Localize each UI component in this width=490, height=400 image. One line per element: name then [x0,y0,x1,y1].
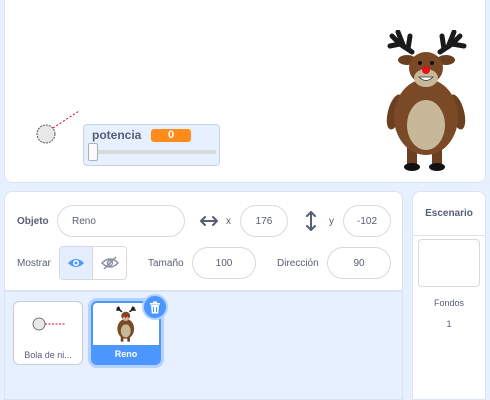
y-position-value: -102 [356,215,377,227]
hide-sprite-button[interactable] [93,247,126,279]
variable-slider-thumb[interactable] [88,143,98,161]
y-position-input[interactable]: -102 [343,205,391,237]
y-label: y [329,216,334,227]
snowball-thumbnail [32,317,66,331]
variable-name: potencia [92,128,142,142]
sprite-tile-label: Reno [93,345,159,363]
x-position-input[interactable]: 176 [240,205,288,237]
variable-slider-track[interactable] [91,150,216,154]
size-value: 100 [215,257,233,269]
sprite-name-input[interactable]: Reno [57,205,185,237]
stage-thumbnail[interactable] [418,239,480,287]
size-input[interactable]: 100 [192,247,256,279]
sprite-tile-snowball[interactable]: Bola de ni... [13,301,83,365]
backdrops-label: Fondos [433,298,465,308]
sprite-name-value: Reno [72,215,96,227]
visibility-toggle-group [59,246,127,280]
stage-selector-title: Escenario [413,192,485,236]
sprite-name-label: Objeto [17,216,49,227]
sprite-tile-label: Bola de ni... [24,350,72,360]
reindeer-thumbnail [116,306,136,342]
backdrops-count: 1 [446,319,452,329]
direction-label: Dirección [277,258,319,269]
stage-selector-panel[interactable]: Escenario Fondos 1 [412,191,486,400]
show-label: Mostrar [17,258,51,269]
reindeer-sprite[interactable] [382,30,472,175]
variable-monitor: potencia 0 [83,124,220,166]
delete-sprite-button[interactable] [142,294,168,320]
x-position-arrow-icon [200,216,218,226]
direction-input[interactable]: 90 [327,247,391,279]
eye-slash-icon [100,256,119,270]
x-label: x [226,216,231,227]
y-position-arrow-icon [306,211,316,231]
show-sprite-button[interactable] [60,247,94,279]
trash-icon [150,301,160,313]
size-label: Tamaño [148,258,184,269]
stage[interactable]: potencia 0 [4,0,486,183]
eye-icon [68,259,84,267]
variable-value: 0 [151,129,191,142]
direction-value: 90 [353,257,365,269]
x-position-value: 176 [255,215,273,227]
